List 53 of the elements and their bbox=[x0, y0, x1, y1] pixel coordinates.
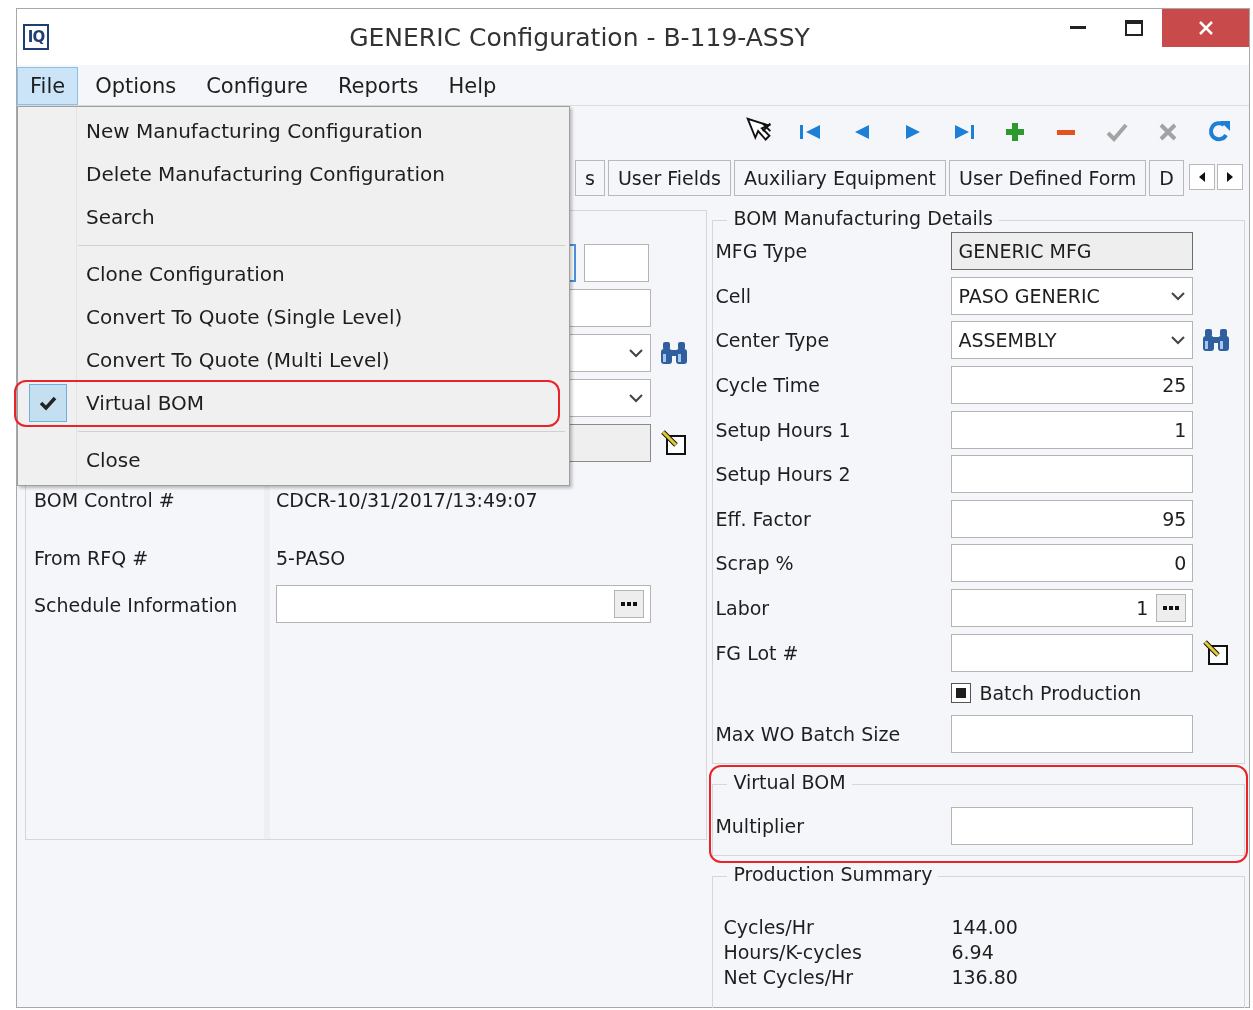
window-title: GENERIC Configuration - B-119-ASSY bbox=[348, 22, 811, 52]
field-value: 5-PASO bbox=[276, 547, 346, 569]
tab[interactable]: User Fields bbox=[607, 160, 732, 196]
field-label: Max WO Batch Size bbox=[714, 722, 902, 745]
menu-item[interactable]: Clone Configuration bbox=[18, 252, 569, 295]
field-label: FG Lot # bbox=[714, 641, 800, 664]
field-label: MFG Type bbox=[714, 240, 809, 263]
field-label: Setup Hours 2 bbox=[714, 463, 852, 486]
menu-item[interactable]: Convert To Quote (Multi Level) bbox=[18, 338, 569, 381]
input-field[interactable]: 1 bbox=[951, 589, 1194, 628]
menu-item[interactable]: New Manufacturing Configuration bbox=[18, 109, 569, 152]
summary-value: 136.80 bbox=[951, 964, 1019, 990]
field-label: From RFQ # bbox=[33, 547, 149, 569]
field-label: Cell bbox=[714, 284, 752, 307]
menu-item[interactable]: Close bbox=[18, 438, 569, 481]
menu-item[interactable]: Search bbox=[18, 195, 569, 238]
summary-label: Hours/K-cycles bbox=[723, 939, 863, 965]
field-label: Labor bbox=[714, 597, 771, 620]
menu-item[interactable]: Virtual BOM bbox=[18, 381, 569, 424]
menu-item[interactable]: Reports bbox=[324, 67, 432, 105]
field-label: Cycle Time bbox=[714, 374, 821, 397]
menu-item[interactable]: Help bbox=[435, 67, 510, 105]
app-logo: IQ bbox=[23, 24, 49, 50]
input-field[interactable]: 25 bbox=[951, 366, 1194, 405]
summary-value: 6.94 bbox=[951, 939, 995, 965]
field-label: Setup Hours 1 bbox=[714, 418, 852, 441]
input-field[interactable]: 1 bbox=[951, 410, 1194, 449]
field-label: BOM Control # bbox=[33, 489, 175, 511]
checkbox-label: Batch Production bbox=[979, 681, 1142, 704]
summary-label: Cycles/Hr bbox=[723, 914, 815, 940]
menu-item[interactable]: Convert To Quote (Single Level) bbox=[18, 295, 569, 338]
summary-label: Net Cycles/Hr bbox=[723, 964, 855, 990]
field-label: Scrap % bbox=[714, 552, 795, 575]
field-label: Eff. Factor bbox=[714, 507, 812, 530]
menu-item[interactable]: Delete Manufacturing Configuration bbox=[18, 152, 569, 195]
dropdown[interactable]: PASO GENERIC bbox=[951, 276, 1194, 315]
field-label: Schedule Information bbox=[33, 594, 238, 616]
input-field[interactable]: 95 bbox=[951, 499, 1194, 538]
group-title: BOM Manufacturing Details bbox=[727, 207, 1000, 229]
tab[interactable]: User Defined Form bbox=[949, 160, 1147, 196]
input-field[interactable]: GENERIC MFG bbox=[951, 232, 1194, 271]
menu-item[interactable]: Options bbox=[82, 67, 190, 105]
input-field[interactable]: 0 bbox=[951, 544, 1194, 583]
field-label: Center Type bbox=[714, 329, 831, 352]
tab[interactable]: D bbox=[1149, 160, 1184, 196]
menu-item[interactable]: Configure bbox=[193, 67, 321, 105]
field-label: Multiplier bbox=[714, 814, 805, 837]
tab[interactable]: Auxiliary Equipment bbox=[734, 160, 947, 196]
menu-item[interactable]: File bbox=[17, 67, 79, 105]
dropdown[interactable]: ASSEMBLY bbox=[951, 321, 1194, 360]
tab[interactable]: s bbox=[575, 160, 605, 196]
summary-value: 144.00 bbox=[951, 914, 1019, 940]
field-value: CDCR-10/31/2017/13:49:07 bbox=[276, 489, 538, 511]
